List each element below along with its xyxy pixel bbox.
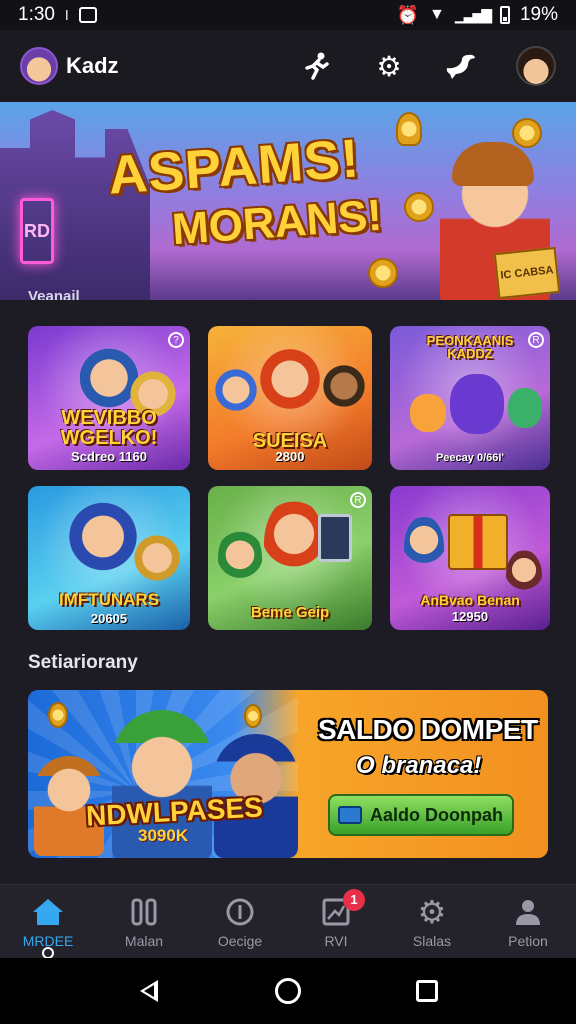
running-icon[interactable] (300, 49, 334, 83)
character-hair (452, 142, 534, 186)
character-illustration (264, 498, 324, 588)
coin-icon (244, 704, 262, 728)
neon-sign: RD (20, 198, 54, 264)
home-circle-icon (274, 978, 301, 1004)
home-icon (31, 895, 65, 929)
recents-icon (415, 980, 438, 1002)
settings-gear-icon[interactable]: ⚙ (372, 49, 406, 83)
nav-item-petion[interactable]: Petion (483, 895, 573, 949)
character-illustration (132, 526, 182, 590)
status-bar: 1:30 ǀ ⏰ ▼ ▁▃▅▇ 19% (0, 0, 576, 30)
alarm-icon: ⏰ (396, 4, 420, 25)
tablet-illustration (318, 514, 352, 562)
lightbulb-icon (396, 112, 422, 146)
character-illustration (322, 356, 366, 416)
gift-box-icon (448, 514, 508, 570)
card-badge: ? (168, 332, 184, 348)
pause-icon (127, 895, 161, 929)
game-card[interactable]: AnBvao Benan 12950 (390, 486, 550, 630)
info-icon (223, 895, 257, 929)
character-illustration (214, 360, 258, 420)
monster-illustration (450, 374, 504, 434)
username: Kadz (66, 53, 119, 78)
status-time: 1:30 (18, 4, 55, 25)
bottom-navigation: MRDEE Malan Oecige 1 RVI ⚙ Slalas Petion (0, 884, 576, 959)
game-grid: ? WEVIBBO WGELKO! Scdreo 1160 SUEISA 280… (28, 326, 550, 630)
wifi-icon: ▼ (429, 6, 445, 23)
message-icon (78, 7, 97, 23)
game-card[interactable]: SUEISA 2800 (208, 326, 372, 470)
nav-label: Slalas (412, 932, 452, 949)
app-screen: 1:30 ǀ ⏰ ▼ ▁▃▅▇ 19% Kadz ⚙ RD ASPAMS! MO… (0, 0, 576, 1024)
coin-icon (512, 118, 542, 148)
nav-item-rvi[interactable]: 1 RVI (291, 888, 381, 949)
user-avatar[interactable] (20, 47, 58, 85)
user-profile[interactable]: Kadz (20, 47, 119, 85)
character-illustration (404, 516, 444, 576)
coin-icon (404, 192, 434, 222)
notification-icon: ǀ (64, 7, 69, 23)
nav-item-malan[interactable]: Malan (99, 895, 189, 949)
game-title: IMFTUNARS (58, 590, 160, 609)
nav-item-oecige[interactable]: Oecige (195, 895, 285, 949)
back-button[interactable] (129, 971, 169, 1011)
game-title: Beme Geip (250, 604, 330, 621)
game-title: WEVIBBO WGELKO! (60, 407, 158, 449)
person-icon (511, 895, 545, 929)
nav-label: Oecige (217, 932, 263, 949)
game-title: AnBvao Benan (420, 592, 520, 608)
monster-illustration (410, 394, 446, 432)
monster-illustration (508, 388, 542, 428)
hero-banner[interactable]: RD ASPAMS! MORANS! IC CABSA Veanail (0, 102, 576, 300)
game-subtitle: Scdreo 1160 (71, 449, 147, 464)
battery-level: 19% (519, 4, 558, 25)
nav-label: RVI (324, 932, 348, 949)
character-illustration (258, 336, 322, 422)
notification-badge: 1 (343, 888, 365, 911)
nav-item-home[interactable]: MRDEE (3, 895, 93, 959)
nav-label: Petion (508, 932, 548, 949)
system-navigation-bar (0, 958, 576, 1024)
profile-avatar[interactable] (516, 46, 556, 86)
character-sign: IC CABSA (493, 246, 561, 300)
hero-title-line2: MORANS! (170, 190, 384, 255)
game-subtitle: 2800 (275, 449, 305, 464)
promo-subheading: O branaca! (356, 752, 482, 779)
game-card[interactable]: IMFTUNARS 20605 (28, 486, 190, 630)
goose-icon[interactable] (444, 49, 478, 83)
hero-caption: Veanail (28, 288, 80, 300)
recents-button[interactable] (407, 971, 447, 1011)
back-icon (140, 980, 159, 1002)
wallet-icon (338, 806, 362, 824)
section-title: Setiariorany (28, 652, 138, 673)
game-subtitle: 12950 (451, 609, 489, 624)
active-indicator (42, 946, 54, 959)
nav-label: Malan (124, 932, 164, 949)
game-card[interactable]: ? WEVIBBO WGELKO! Scdreo 1160 (28, 326, 190, 470)
battery-icon (499, 6, 510, 24)
character-illustration (218, 526, 262, 590)
promo-amount: 3090K (138, 826, 189, 845)
game-subtitle: 20605 (90, 611, 128, 626)
nav-item-slalas[interactable]: ⚙ Slalas (387, 893, 477, 949)
coin-icon (368, 258, 398, 288)
coin-icon (48, 702, 68, 728)
character-illustration (68, 496, 138, 586)
promo-banner[interactable]: NDWLPASES 3090K SALDO DOMPET O branaca! … (28, 690, 548, 858)
home-button[interactable] (268, 971, 308, 1011)
game-title: PEONKAANIS KADDZ (426, 333, 514, 361)
wallet-button-label: Aaldo Doonpah (370, 804, 503, 825)
app-header: Kadz ⚙ (0, 30, 576, 102)
promo-heading: SALDO DOMPET (318, 714, 538, 745)
card-badge: R (350, 492, 366, 508)
game-card[interactable]: R PEONKAANIS KADDZ Peecay 0/66I' (390, 326, 550, 470)
game-subtitle: Peecay 0/66I' (435, 452, 505, 464)
game-card[interactable]: R Beme Geip (208, 486, 372, 630)
signal-icon: ▁▃▅▇ (454, 6, 492, 23)
wallet-balance-button[interactable]: Aaldo Doonpah (328, 794, 514, 836)
gear-icon: ⚙ (417, 893, 447, 930)
